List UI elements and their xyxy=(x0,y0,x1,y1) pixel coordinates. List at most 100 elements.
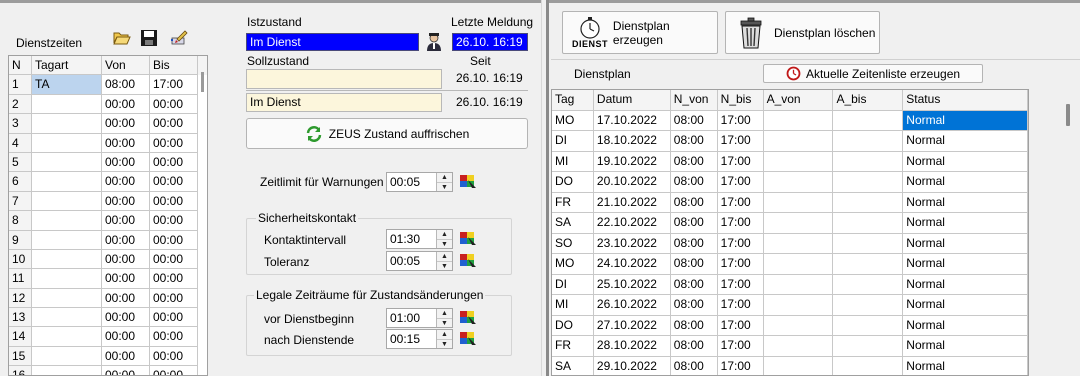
time-picker-icon[interactable] xyxy=(459,309,477,325)
table-row[interactable]: 5 00:00 00:00 xyxy=(9,152,207,173)
table-cell[interactable]: 08:00 xyxy=(670,233,718,254)
table-row[interactable]: DI 25.10.2022 08:00 17:00 Normal xyxy=(552,274,1028,295)
table-row[interactable]: FR 28.10.2022 08:00 17:00 Normal xyxy=(552,336,1028,357)
table-cell[interactable]: 00:00 xyxy=(102,133,150,153)
table-row[interactable]: 8 00:00 00:00 xyxy=(9,211,207,231)
table-cell[interactable]: SA xyxy=(552,356,594,375)
status-cell[interactable]: Normal xyxy=(903,110,1028,131)
table-cell[interactable] xyxy=(32,152,102,173)
status-cell[interactable]: Normal xyxy=(903,254,1028,275)
table-cell[interactable]: 00:00 xyxy=(150,172,198,192)
table-cell[interactable]: 00:00 xyxy=(102,308,150,328)
table-cell[interactable]: 17:00 xyxy=(717,274,764,295)
table-cell[interactable]: 08:00 xyxy=(670,172,718,193)
table-cell[interactable]: 00:00 xyxy=(150,346,198,367)
column-header[interactable]: Von xyxy=(102,56,150,76)
table-row[interactable]: MO 17.10.2022 08:00 17:00 Normal xyxy=(552,110,1028,131)
table-cell[interactable] xyxy=(833,172,904,193)
table-cell[interactable]: 00:00 xyxy=(150,94,198,115)
table-cell[interactable]: 00:00 xyxy=(150,152,198,173)
table-row[interactable]: 7 00:00 00:00 xyxy=(9,191,207,212)
table-cell[interactable]: 26.10.2022 xyxy=(593,295,671,316)
table-cell[interactable] xyxy=(763,172,834,193)
table-cell[interactable] xyxy=(833,254,904,275)
table-cell[interactable]: DO xyxy=(552,315,594,336)
table-row[interactable]: 11 00:00 00:00 xyxy=(9,269,207,289)
status-cell[interactable]: Normal xyxy=(903,274,1028,295)
column-header[interactable]: Tag xyxy=(552,90,594,111)
table-cell[interactable] xyxy=(833,110,904,131)
status-cell[interactable]: Normal xyxy=(903,295,1028,316)
table-cell[interactable] xyxy=(32,346,102,367)
table-row[interactable]: 12 00:00 00:00 xyxy=(9,288,207,309)
table-row[interactable]: 16 00:00 00:00 xyxy=(9,366,207,375)
table-cell[interactable] xyxy=(32,172,102,192)
column-header[interactable]: N_bis xyxy=(717,90,764,111)
time-picker-icon[interactable] xyxy=(459,252,477,268)
table-cell[interactable]: 17:00 xyxy=(718,356,764,375)
zeitenliste-erzeugen-button[interactable]: Aktuelle Zeitenliste erzeugen xyxy=(763,64,983,83)
table-cell[interactable] xyxy=(763,192,834,213)
table-cell[interactable]: 28.10.2022 xyxy=(593,336,671,357)
table-cell[interactable] xyxy=(32,288,102,309)
table-cell[interactable]: 14 xyxy=(9,327,32,347)
zeus-refresh-button[interactable]: ZEUS Zustand auffrischen xyxy=(246,118,528,149)
table-cell[interactable]: 08:00 xyxy=(671,356,718,375)
spin-up-icon[interactable]: ▲ xyxy=(437,173,452,182)
table-row[interactable]: FR 21.10.2022 08:00 17:00 Normal xyxy=(552,192,1028,213)
table-cell[interactable]: 2 xyxy=(9,94,32,115)
table-cell[interactable] xyxy=(833,151,904,172)
table-cell[interactable] xyxy=(32,191,102,212)
table-cell[interactable] xyxy=(32,249,102,270)
table-cell[interactable]: 19.10.2022 xyxy=(593,151,671,172)
table-cell[interactable]: 17:00 xyxy=(717,336,764,357)
table-row[interactable]: 14 00:00 00:00 xyxy=(9,327,207,347)
table-cell[interactable]: 00:00 xyxy=(102,346,150,367)
zeitlimit-spinner[interactable]: 00:05 ▲ ▼ xyxy=(386,172,453,192)
scrollbar-thumb[interactable] xyxy=(201,72,204,92)
table-row[interactable]: SA 22.10.2022 08:00 17:00 Normal xyxy=(552,213,1028,234)
edit-button[interactable] xyxy=(168,27,190,49)
table-cell[interactable]: 3 xyxy=(9,114,32,134)
column-header[interactable]: Status xyxy=(903,90,1028,111)
toleranz-value[interactable]: 00:05 xyxy=(387,252,436,270)
table-cell[interactable]: 16 xyxy=(9,366,32,375)
spin-down-icon[interactable]: ▼ xyxy=(437,239,452,249)
table-row[interactable]: SA 29.10.2022 08:00 17:00 Normal xyxy=(552,356,1028,375)
zustand-field[interactable]: Im Dienst xyxy=(246,93,442,112)
table-cell[interactable]: 17:00 xyxy=(150,75,198,95)
spin-down-icon[interactable]: ▼ xyxy=(437,339,452,349)
time-picker-icon[interactable] xyxy=(459,173,477,189)
open-button[interactable] xyxy=(111,27,133,49)
table-cell[interactable] xyxy=(763,110,834,131)
table-cell[interactable]: 08:00 xyxy=(670,110,718,131)
table-cell[interactable]: 20.10.2022 xyxy=(593,172,671,193)
table-cell[interactable] xyxy=(833,336,904,357)
table-cell[interactable]: 08:00 xyxy=(670,213,718,234)
table-cell[interactable] xyxy=(833,315,904,336)
table-cell[interactable] xyxy=(32,308,102,328)
table-cell[interactable]: 17:00 xyxy=(717,254,764,275)
vor-dienstbeginn-value[interactable]: 01:00 xyxy=(387,309,436,327)
column-header[interactable]: Tagart xyxy=(32,56,102,76)
table-cell[interactable]: 00:00 xyxy=(150,249,198,270)
table-cell[interactable] xyxy=(763,151,834,172)
table-cell[interactable] xyxy=(32,269,102,289)
scrollbar[interactable] xyxy=(1058,89,1080,376)
spin-up-icon[interactable]: ▲ xyxy=(437,309,452,318)
table-cell[interactable] xyxy=(833,131,904,152)
save-button[interactable] xyxy=(138,27,160,49)
column-header[interactable]: Bis xyxy=(150,56,198,76)
status-cell[interactable]: Normal xyxy=(903,315,1028,336)
spin-down-icon[interactable]: ▼ xyxy=(437,182,452,192)
table-cell[interactable] xyxy=(763,233,834,254)
table-cell[interactable]: 00:00 xyxy=(102,249,150,270)
kontaktintervall-spinner[interactable]: 01:30 ▲ ▼ xyxy=(386,229,453,249)
table-row[interactable]: 2 00:00 00:00 xyxy=(9,94,207,115)
table-cell[interactable]: 15 xyxy=(9,346,32,367)
table-row[interactable]: 1 TA 08:00 17:00 xyxy=(9,75,207,95)
table-row[interactable]: 9 00:00 00:00 xyxy=(9,230,207,250)
table-cell[interactable]: 17.10.2022 xyxy=(593,110,671,131)
table-cell[interactable] xyxy=(763,336,834,357)
table-cell[interactable]: 6 xyxy=(9,172,32,192)
